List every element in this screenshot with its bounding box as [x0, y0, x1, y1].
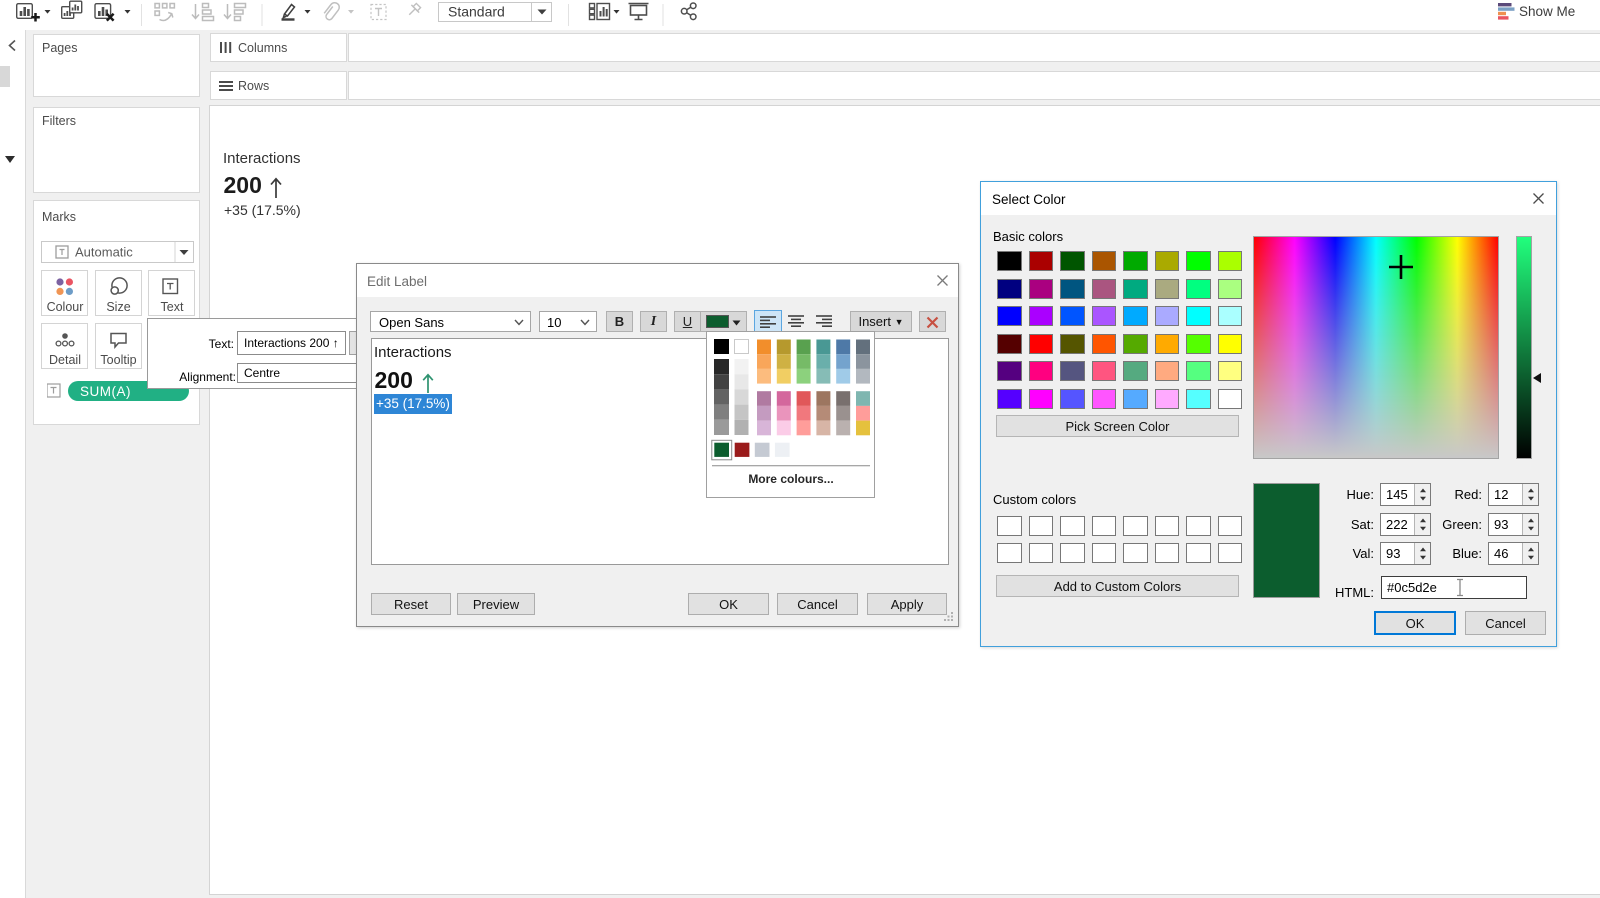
svg-text:Text: Text — [161, 300, 184, 314]
svg-text:Size: Size — [106, 300, 130, 314]
svg-text:Detail: Detail — [49, 353, 81, 367]
svg-text:Automatic: Automatic — [75, 245, 133, 260]
svg-text:Standard: Standard — [448, 4, 505, 20]
svg-text:Colour: Colour — [47, 300, 84, 314]
svg-text:Tooltip: Tooltip — [100, 353, 136, 367]
svg-text:More colours...: More colours... — [748, 472, 833, 486]
svg-text:SUM(A): SUM(A) — [80, 384, 131, 399]
svg-text:Show Me: Show Me — [1519, 4, 1575, 19]
